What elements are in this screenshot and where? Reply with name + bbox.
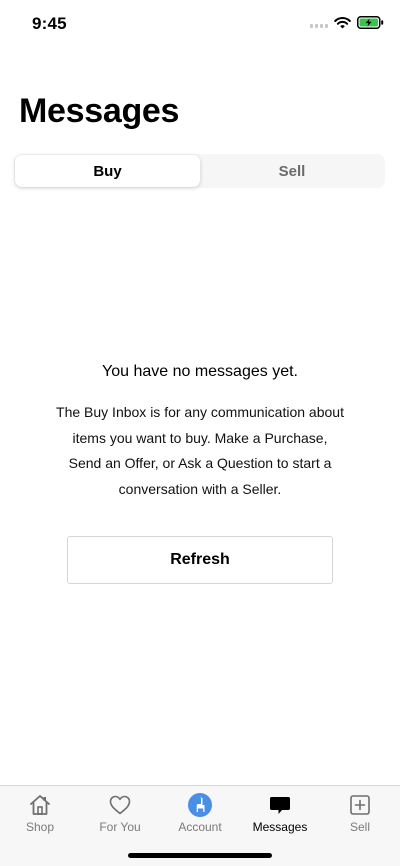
tab-label: Account xyxy=(178,820,222,834)
empty-state-title: You have no messages yet. xyxy=(102,363,298,380)
page-title: Messages xyxy=(19,92,180,130)
tab-label: Sell xyxy=(349,820,370,834)
llama-avatar-icon xyxy=(188,793,212,817)
tab-label: Shop xyxy=(25,820,55,834)
tab-sell[interactable]: Sell xyxy=(320,786,400,838)
cellular-signal-icon xyxy=(310,18,328,28)
home-icon xyxy=(28,793,52,817)
tab-for-you[interactable]: For You xyxy=(80,786,160,838)
buy-sell-segmented-control: Buy Sell xyxy=(14,154,385,188)
home-indicator xyxy=(128,853,272,858)
chat-bubble-icon xyxy=(268,793,292,817)
refresh-button[interactable]: Refresh xyxy=(67,536,333,584)
segment-sell[interactable]: Sell xyxy=(199,154,385,188)
heart-icon xyxy=(108,793,132,817)
status-time: 9:45 xyxy=(32,14,67,33)
wifi-icon xyxy=(334,16,351,29)
segment-buy[interactable]: Buy xyxy=(15,155,200,187)
plus-square-icon xyxy=(348,793,372,817)
status-icons xyxy=(310,16,384,29)
tab-shop[interactable]: Shop xyxy=(0,786,80,838)
tab-account[interactable]: Account xyxy=(160,786,240,838)
tab-label: For You xyxy=(99,820,141,834)
tab-label: Messages xyxy=(252,820,308,834)
battery-charging-icon xyxy=(357,16,384,29)
empty-state-description: The Buy Inbox is for any communication a… xyxy=(56,404,344,497)
tab-messages[interactable]: Messages xyxy=(240,786,320,838)
status-bar: 9:45 xyxy=(0,0,400,46)
